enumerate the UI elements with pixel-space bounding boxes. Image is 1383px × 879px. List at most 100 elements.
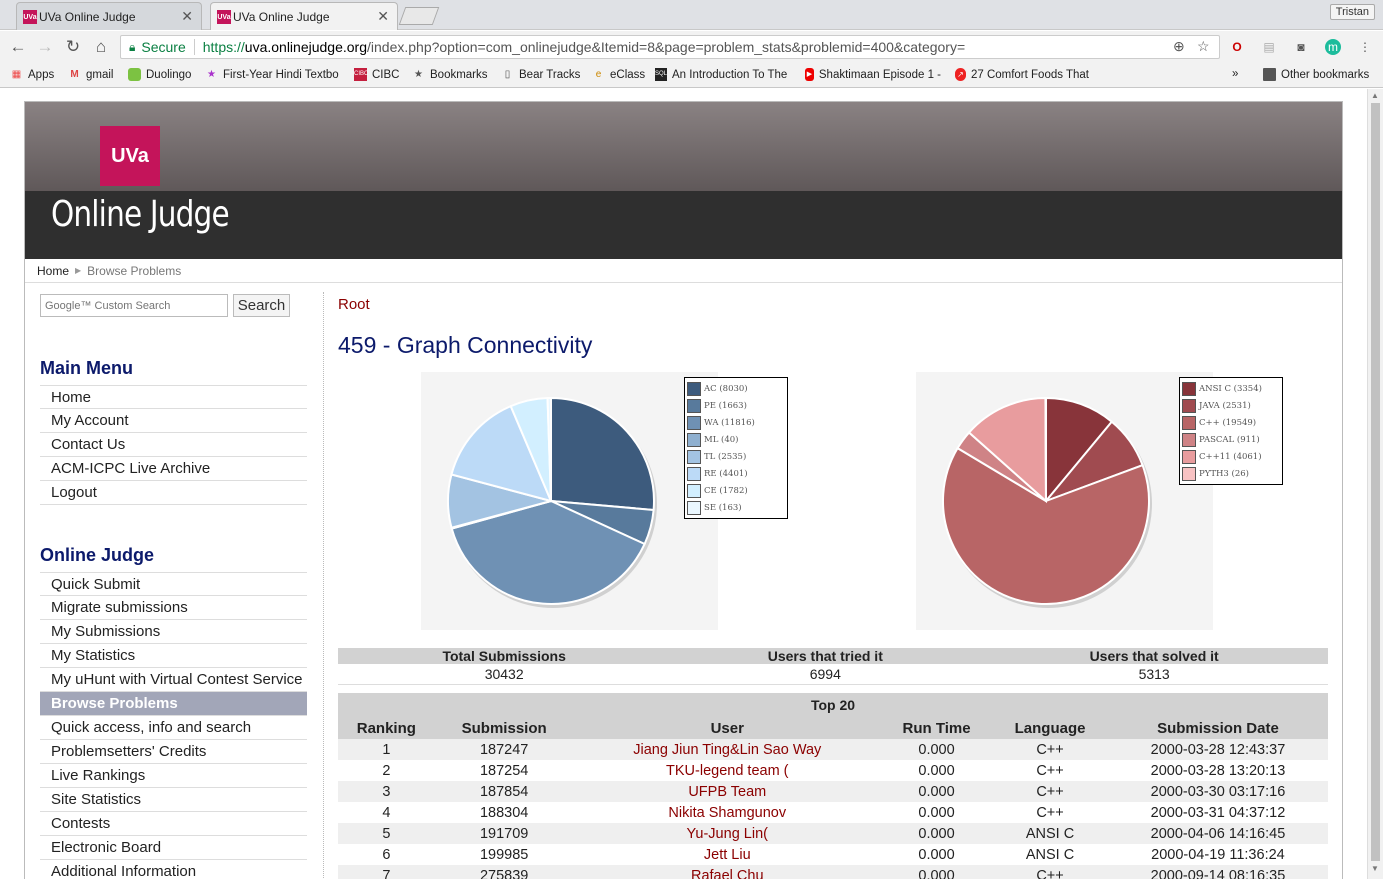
user-link[interactable]: UFPB Team: [573, 781, 881, 802]
bookmark-comfort-foods[interactable]: ↗ 27 Comfort Foods That: [955, 68, 1089, 81]
bookmark-shaktimaan[interactable]: ▶ Shaktimaan Episode 1 -: [805, 68, 941, 81]
bookmark-label: An Introduction To The ": [672, 68, 791, 81]
sidebar-item-logout[interactable]: Logout: [40, 481, 307, 505]
extension-m-icon[interactable]: m: [1325, 39, 1341, 55]
sidebar-item-home[interactable]: Home: [40, 385, 307, 409]
sidebar-item-site-statistics[interactable]: Site Statistics: [40, 788, 307, 812]
submission-cell: 275839: [434, 865, 574, 879]
tab-active[interactable]: UVa UVa Online Judge ✕: [210, 2, 398, 30]
sidebar-item-quick-access-info-and-search[interactable]: Quick access, info and search: [40, 716, 307, 740]
sidebar-item-additional-information[interactable]: Additional Information: [40, 860, 307, 879]
bookmark-bear-tracks[interactable]: ▯ Bear Tracks: [501, 68, 581, 81]
scrollbar-thumb[interactable]: [1371, 103, 1380, 861]
bookmark-gmail[interactable]: Mgmail: [68, 68, 113, 81]
tab-title: UVa Online Judge: [233, 9, 330, 24]
sidebar-item-quick-submit[interactable]: Quick Submit: [40, 572, 307, 596]
column-header-user: User: [573, 717, 881, 739]
user-link[interactable]: Jett Liu: [573, 844, 881, 865]
extension-bulb-icon[interactable]: ◙: [1293, 39, 1309, 55]
legend-entry: CE (1782): [687, 482, 785, 499]
back-arrow-icon[interactable]: ←: [8, 37, 28, 57]
submission-date-cell: 2000-03-30 03:17:16: [1107, 781, 1328, 802]
root-link[interactable]: Root: [338, 296, 370, 313]
bookmark-introduction[interactable]: SQL An Introduction To The ": [655, 68, 791, 81]
sidebar-item-my-statistics[interactable]: My Statistics: [40, 644, 307, 668]
language-cell: C++: [992, 781, 1108, 802]
sidebar-item-contests[interactable]: Contests: [40, 812, 307, 836]
bookmark-hindi[interactable]: ★ First-Year Hindi Textbo: [205, 68, 343, 81]
forward-arrow-icon[interactable]: →: [35, 37, 55, 57]
tab-inactive[interactable]: UVa UVa Online Judge ✕: [16, 2, 202, 30]
column-header-run-time: Run Time: [880, 717, 993, 739]
bookmark-star-icon[interactable]: ☆: [1197, 38, 1210, 55]
bookmark-apps[interactable]: ▦ Apps: [10, 68, 54, 81]
home-icon[interactable]: ⌂: [91, 37, 111, 57]
sidebar-item-my-submissions[interactable]: My Submissions: [40, 620, 307, 644]
profile-button[interactable]: Tristan: [1329, 4, 1375, 20]
scroll-down-icon[interactable]: ▼: [1371, 864, 1379, 873]
divider: [193, 39, 195, 55]
extension-opera-icon[interactable]: O: [1229, 39, 1245, 55]
sidebar-item-my-account[interactable]: My Account: [40, 409, 307, 433]
secure-label: Secure: [141, 39, 186, 55]
bookmark-cibc[interactable]: CIBC CIBC: [354, 68, 399, 81]
bookmark-bookmarks[interactable]: ★ Bookmarks: [412, 68, 488, 81]
site-frame: UVa Online Judge Home ▶ Browse Problems …: [24, 101, 1343, 879]
bookmark-label: First-Year Hindi Textbo: [223, 68, 339, 81]
submission-date-cell: 2000-03-28 12:43:37: [1107, 739, 1328, 760]
other-bookmarks[interactable]: Other bookmarks: [1263, 68, 1369, 81]
legend-label: PE (1663): [704, 400, 747, 411]
sidebar-item-electronic-board[interactable]: Electronic Board: [40, 836, 307, 860]
close-tab-icon[interactable]: ✕: [377, 8, 389, 25]
user-link[interactable]: Yu-Jung Lin(: [573, 823, 881, 844]
user-link[interactable]: Rafael Chu: [573, 865, 881, 879]
bookmarks-bar: ▦ Apps Mgmail Duolingo ★ First-Year Hindi …: [0, 63, 1383, 88]
language-legend: ANSI C (3354) JAVA (2531) C++ (19549) PASCA…: [1179, 377, 1283, 485]
breadcrumb-arrow-icon: ▶: [75, 266, 82, 275]
breadcrumb-home[interactable]: Home: [37, 264, 69, 278]
sidebar-item-acm-icpc-live-archive[interactable]: ACM-ICPC Live Archive: [40, 457, 307, 481]
reload-icon[interactable]: ↻: [63, 37, 83, 57]
zoom-icon[interactable]: ⊕: [1173, 38, 1185, 55]
new-tab-button[interactable]: [398, 7, 440, 25]
bookmark-label: Other bookmarks: [1281, 68, 1370, 81]
trending-icon: ↗: [955, 68, 966, 81]
sidebar-item-problemsetters-credits[interactable]: Problemsetters' Credits: [40, 740, 307, 764]
search-button[interactable]: Search: [233, 294, 290, 317]
vertical-scrollbar[interactable]: ▲ ▼: [1367, 89, 1383, 879]
lock-icon: 🔒︎: [129, 39, 136, 54]
submission-date-cell: 2000-03-31 04:37:12: [1107, 802, 1328, 823]
bookmark-label: 27 Comfort Foods That: [970, 68, 1089, 81]
extension-reader-icon[interactable]: ▤: [1261, 39, 1277, 55]
scroll-up-icon[interactable]: ▲: [1371, 91, 1379, 100]
sidebar-item-live-rankings[interactable]: Live Rankings: [40, 764, 307, 788]
close-tab-icon[interactable]: ✕: [181, 8, 193, 25]
legend-swatch: [687, 449, 701, 464]
bookmark-label: CIBC: [372, 68, 400, 81]
run-time-cell: 0.000: [880, 781, 993, 802]
legend-entry: PE (1663): [687, 397, 785, 414]
search-input[interactable]: [40, 294, 228, 317]
bookmark-eclass[interactable]: e eClass: [592, 68, 645, 81]
sidebar-item-my-uhunt-with-virtual-contest-service[interactable]: My uHunt with Virtual Contest Service: [40, 668, 307, 692]
breadcrumb-current: Browse Problems: [87, 263, 182, 278]
user-link[interactable]: Jiang Jiun Ting&Lin Sao Way: [573, 739, 881, 760]
bookmarks-overflow-button[interactable]: »: [1232, 68, 1238, 80]
bookmark-duolingo[interactable]: Duolingo: [128, 68, 191, 81]
user-link[interactable]: Nikita Shamgunov: [573, 802, 881, 823]
verdict-chart-panel: [421, 372, 718, 630]
submission-cell: 191709: [434, 823, 574, 844]
page-viewport: UVa Online Judge Home ▶ Browse Problems …: [0, 89, 1367, 879]
sidebar-item-migrate-submissions[interactable]: Migrate submissions: [40, 596, 307, 620]
submission-cell: 187854: [434, 781, 574, 802]
user-link[interactable]: TKU-legend team (: [573, 760, 881, 781]
url-host: uva.onlinejudge.org: [244, 39, 367, 55]
menu-kebab-icon[interactable]: ⋮: [1357, 39, 1373, 55]
sidebar-item-contact-us[interactable]: Contact Us: [40, 433, 307, 457]
sidebar-item-browse-problems[interactable]: Browse Problems: [40, 692, 307, 716]
address-bar[interactable]: 🔒︎ Secure https://uva.onlinejudge.org/in…: [120, 35, 1220, 59]
sql-icon: SQL: [655, 68, 668, 81]
cibc-icon: CIBC: [354, 68, 368, 81]
uva-logo[interactable]: UVa: [100, 126, 160, 186]
legend-entry: RE (4401): [687, 465, 785, 482]
